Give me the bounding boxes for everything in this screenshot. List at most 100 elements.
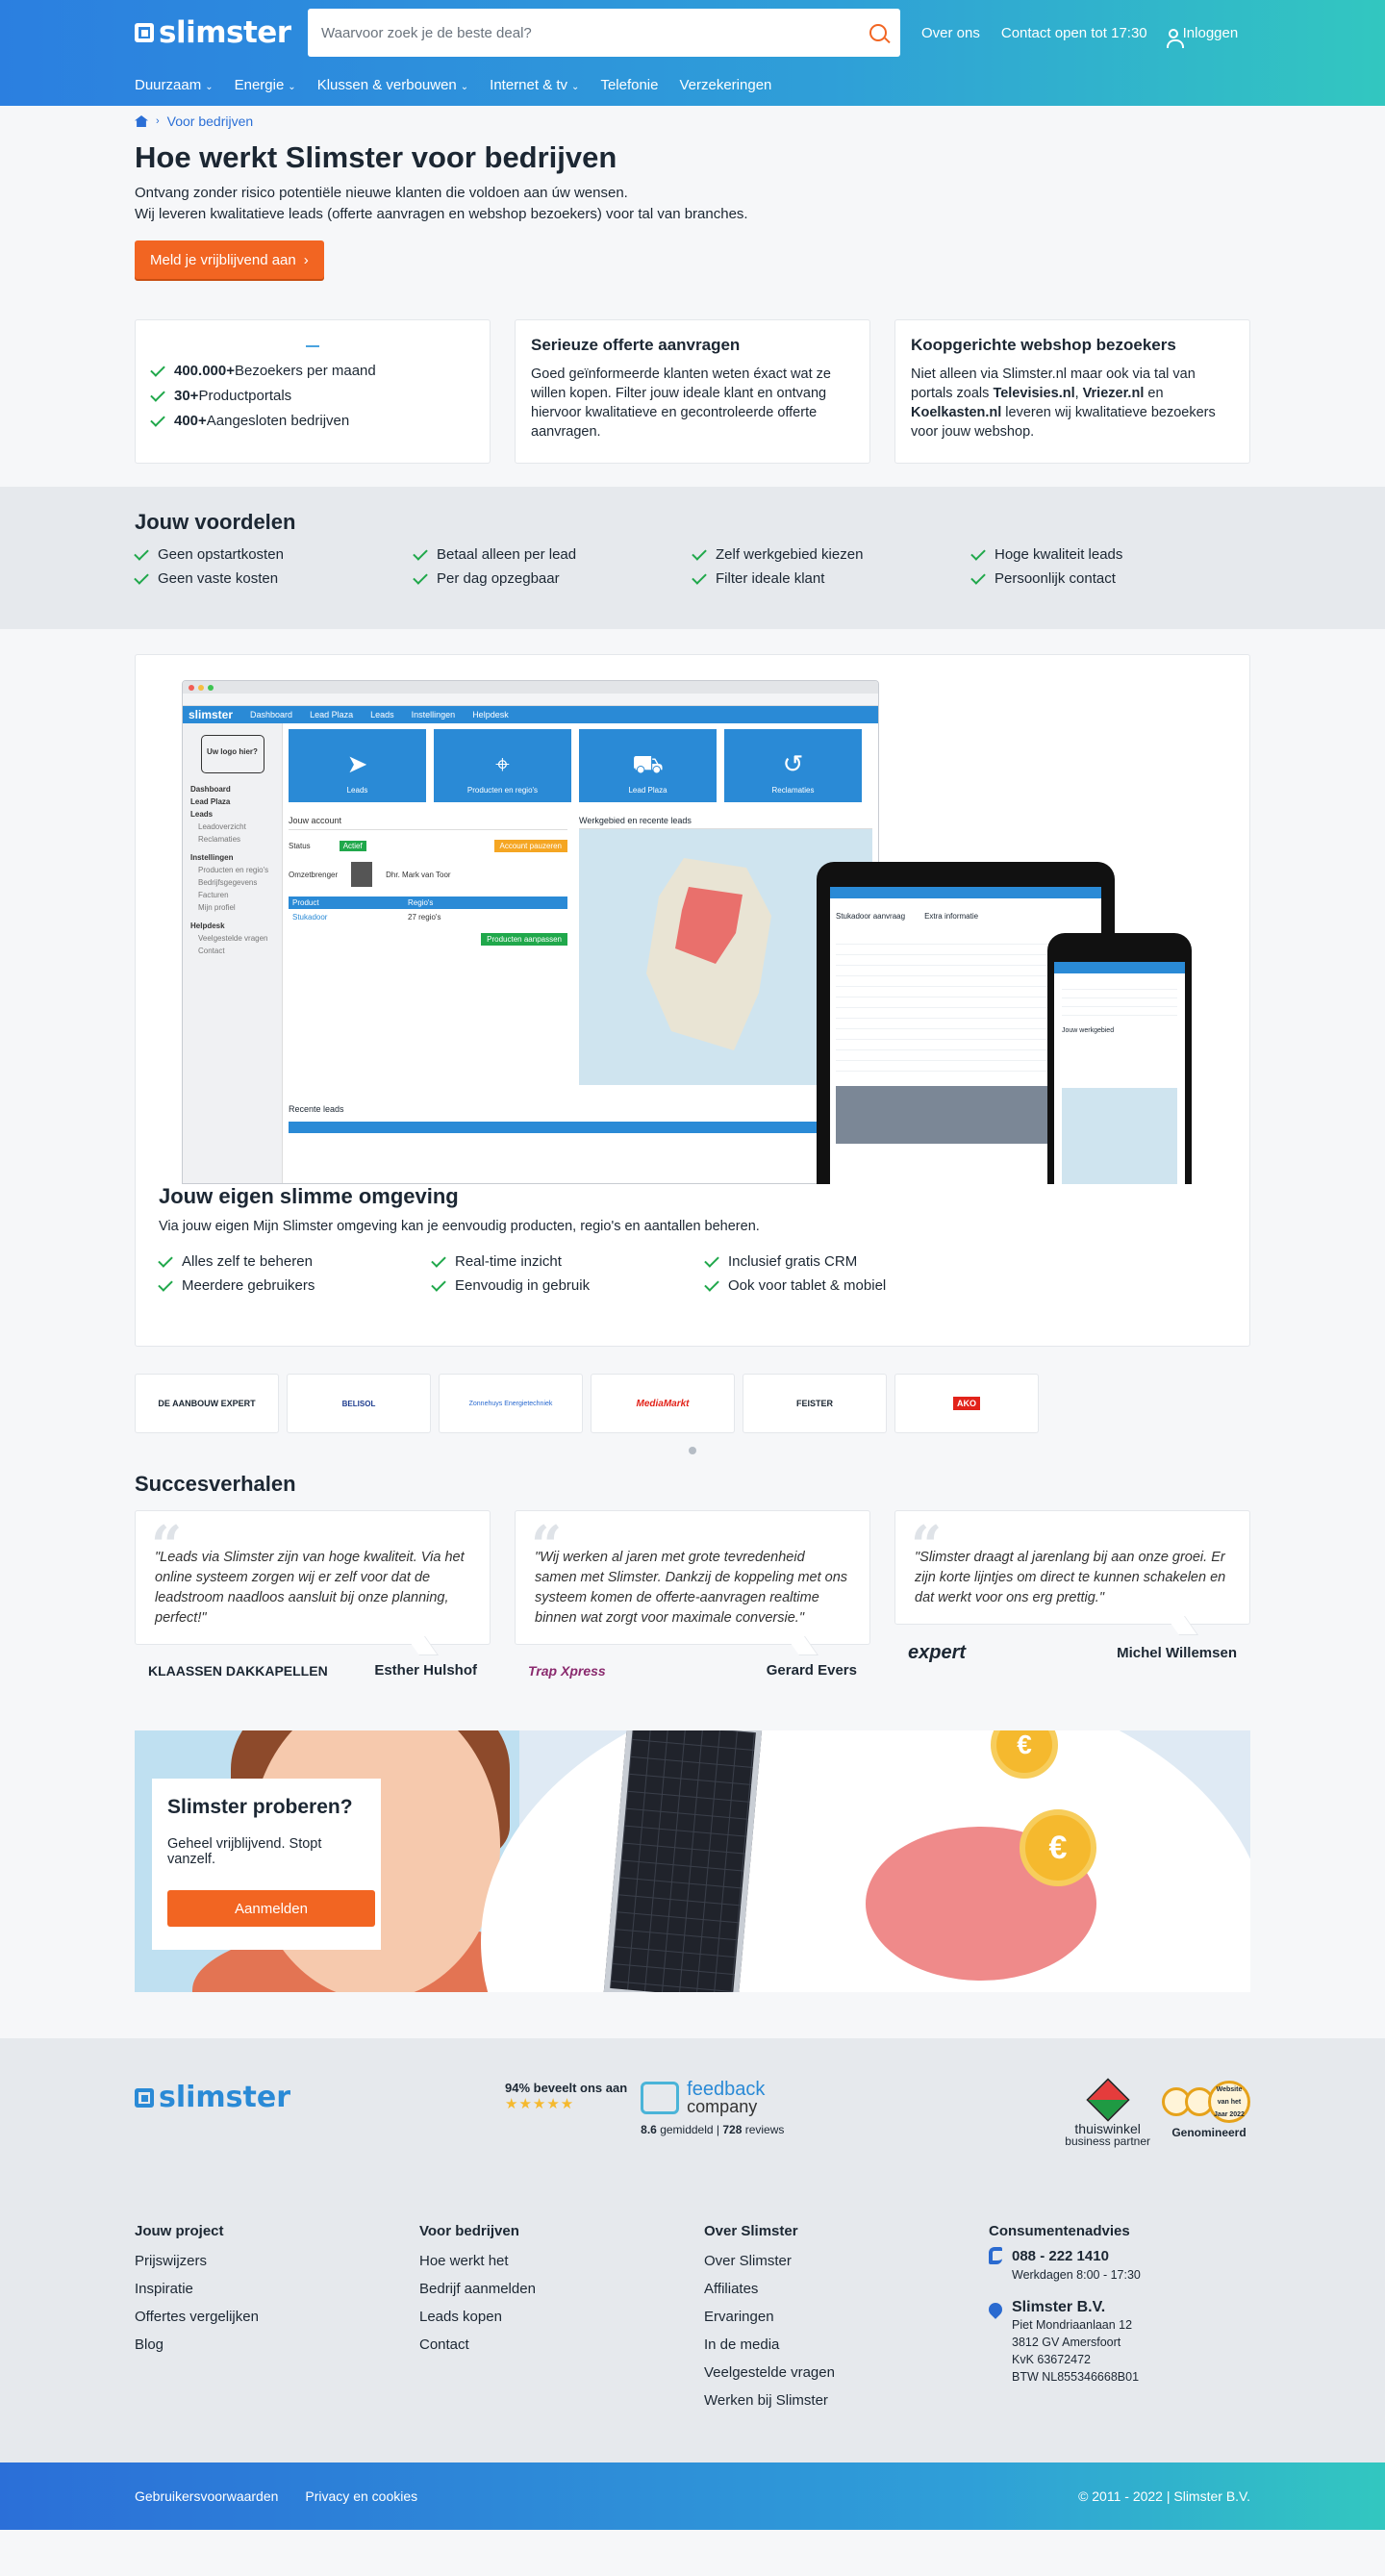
app-side-item: Producten en regio's: [198, 866, 269, 874]
section-title: Jouw voordelen: [135, 510, 296, 534]
nav-duurzaam[interactable]: Duurzaam ⌄: [135, 77, 214, 93]
app-side-item: Reclamaties: [198, 835, 241, 844]
phone-link[interactable]: 088 - 222 1410: [1012, 2247, 1141, 2266]
partner-logos: DE AANBOUW EXPERT BELISOL Zonnehuys Ener…: [135, 1374, 1250, 1433]
quote-icon: “: [911, 1514, 943, 1578]
feature-item: Ook voor tablet & mobiel: [704, 1274, 978, 1298]
footer-link[interactable]: Offertes vergelijken: [135, 2303, 419, 2331]
minimize-dot-icon: [198, 684, 204, 691]
breadcrumb-item[interactable]: Voor bedrijven: [167, 114, 254, 129]
check-icon: [134, 544, 149, 561]
manager-name: Dhr. Mark van Toor: [386, 870, 451, 879]
app-side-item: Helpdesk: [190, 922, 225, 930]
quote-icon: “: [531, 1514, 563, 1578]
app-nav-item: Instellingen: [411, 710, 456, 720]
browser-url-bar: [183, 694, 878, 706]
register-button[interactable]: Aanmelden: [167, 1890, 375, 1927]
browser-tabs: [183, 681, 878, 694]
check-icon: [704, 1275, 719, 1292]
footer-link[interactable]: Prijswijzers: [135, 2247, 419, 2275]
cell: 27 regio's: [408, 913, 441, 922]
section-title: Succesverhalen: [135, 1472, 296, 1496]
advantages-section: Jouw voordelen Geen opstartkosten Betaal…: [0, 487, 1385, 629]
footer-col-business: Voor bedrijven Hoe werkt het Bedrijf aan…: [419, 2223, 704, 2414]
card-title: Koopgerichte webshop bezoekers: [911, 336, 1176, 354]
undo-icon: ↺: [782, 749, 804, 778]
footer-link[interactable]: Leads kopen: [419, 2303, 704, 2331]
signup-button[interactable]: Meld je vrijblijvend aan ›: [135, 240, 324, 279]
phone-mockup: Jouw werkgebied: [1047, 933, 1192, 1184]
tablet-title: Stukadoor aanvraag: [836, 912, 906, 921]
nav-energie[interactable]: Energie ⌄: [235, 77, 296, 93]
footer-link[interactable]: Bedrijf aanmelden: [419, 2275, 704, 2303]
phone-header: [1054, 962, 1185, 973]
footer-link[interactable]: Ervaringen: [704, 2303, 989, 2331]
footer-link[interactable]: Hoe werkt het: [419, 2247, 704, 2275]
hero-line-1: Ontvang zonder risico potentiële nieuwe …: [135, 185, 628, 201]
partner-logo[interactable]: BELISOL: [287, 1374, 431, 1433]
partner-logo[interactable]: MediaMarkt: [591, 1374, 735, 1433]
contact-link[interactable]: Contact open tot 17:30: [1001, 25, 1147, 41]
testimonial-card: “ "Leads via Slimster zijn van hoge kwal…: [135, 1510, 491, 1655]
award-seals: Website van het Jaar 2022: [1162, 2081, 1250, 2123]
thuiswinkel-badge[interactable]: thuiswinkel business partner: [1065, 2078, 1150, 2148]
tablet-extra: Extra informatie: [924, 912, 979, 921]
maximize-dot-icon: [208, 684, 214, 691]
panel-title: Jouw account: [289, 816, 567, 830]
testimonial-card: “ "Wij werken al jaren met grote tevrede…: [515, 1510, 870, 1655]
vat-number: BTW NL855346668B01: [1012, 2370, 1140, 2384]
phone-title: Jouw werkgebied: [1062, 1027, 1115, 1034]
carousel-dot[interactable]: [689, 1447, 696, 1454]
nav-telefonie[interactable]: Telefonie: [600, 77, 658, 93]
partner-logo[interactable]: AKO: [894, 1374, 1039, 1433]
footer-link[interactable]: Inspiratie: [135, 2275, 419, 2303]
partner-logo[interactable]: Zonnehuys Energietechniek: [439, 1374, 583, 1433]
search-input[interactable]: [321, 24, 869, 41]
paper-plane-icon: ➤: [346, 749, 368, 778]
check-icon: [970, 544, 986, 561]
nav-verzekeringen[interactable]: Verzekeringen: [679, 77, 771, 93]
address-line: Piet Mondriaanlaan 12: [1012, 2318, 1133, 2332]
company-logo: KLAASSEN DAKKAPELLEN: [148, 1662, 328, 1679]
footer-logo[interactable]: slimster: [135, 2081, 505, 2114]
footer-link[interactable]: In de media: [704, 2331, 989, 2359]
partner-logo[interactable]: FEISTER: [743, 1374, 887, 1433]
col-header: Regio's: [408, 898, 434, 907]
search-icon[interactable]: [869, 24, 887, 41]
section-text: Via jouw eigen Mijn Slimster omgeving ka…: [159, 1219, 760, 1234]
thuiswinkel-cube-icon: [1086, 2078, 1130, 2122]
recent-leads-panel: Recente leads: [289, 1104, 875, 1133]
card-title: Serieuze offerte aanvragen: [531, 336, 741, 354]
footer-link[interactable]: Over Slimster: [704, 2247, 989, 2275]
chevron-down-icon: ⌄: [288, 82, 296, 92]
footer-link[interactable]: Affiliates: [704, 2275, 989, 2303]
nav-klussen[interactable]: Klussen & verbouwen ⌄: [317, 77, 468, 93]
check-icon: [150, 362, 165, 377]
map-pin-icon: ⌖: [495, 749, 510, 778]
footer-link[interactable]: Contact: [419, 2331, 704, 2359]
nav-internet-tv[interactable]: Internet & tv ⌄: [490, 77, 579, 93]
partner-logo[interactable]: DE AANBOUW EXPERT: [135, 1374, 279, 1433]
footer-link[interactable]: Werken bij Slimster: [704, 2387, 989, 2414]
logo-mark-icon: [135, 23, 154, 42]
home-icon[interactable]: [135, 115, 148, 127]
privacy-link[interactable]: Privacy en cookies: [305, 2488, 417, 2504]
check-icon: [158, 1275, 173, 1292]
login-link[interactable]: Inloggen: [1166, 25, 1238, 48]
hero-line-2: Wij leveren kwalitatieve leads (offerte …: [135, 206, 748, 222]
terms-link[interactable]: Gebruikersvoorwaarden: [135, 2488, 278, 2504]
fb-brand-sub: company: [687, 2097, 758, 2116]
footer-link[interactable]: Blog: [135, 2331, 419, 2359]
about-link[interactable]: Over ons: [921, 25, 980, 41]
feature-item: Alles zelf te beheren: [158, 1250, 432, 1274]
app-side-item: Instellingen: [190, 853, 234, 862]
phone-screen: Jouw werkgebied: [1054, 962, 1185, 1184]
feedback-company-widget[interactable]: 94% beveelt ons aan ★★★★★ feedback compan…: [505, 2080, 784, 2136]
site-header: slimster Over ons Contact open tot 17:30…: [0, 0, 1385, 106]
app-nav-item: Dashboard: [250, 710, 293, 720]
testimonial: “ "Leads via Slimster zijn van hoge kwal…: [135, 1510, 491, 1679]
feature-item: Real-time inzicht: [431, 1250, 705, 1274]
site-logo[interactable]: slimster: [135, 15, 308, 50]
nominated-badge[interactable]: Website van het Jaar 2022 Genomineerd: [1162, 2081, 1250, 2139]
footer-link[interactable]: Veelgestelde vragen: [704, 2359, 989, 2387]
